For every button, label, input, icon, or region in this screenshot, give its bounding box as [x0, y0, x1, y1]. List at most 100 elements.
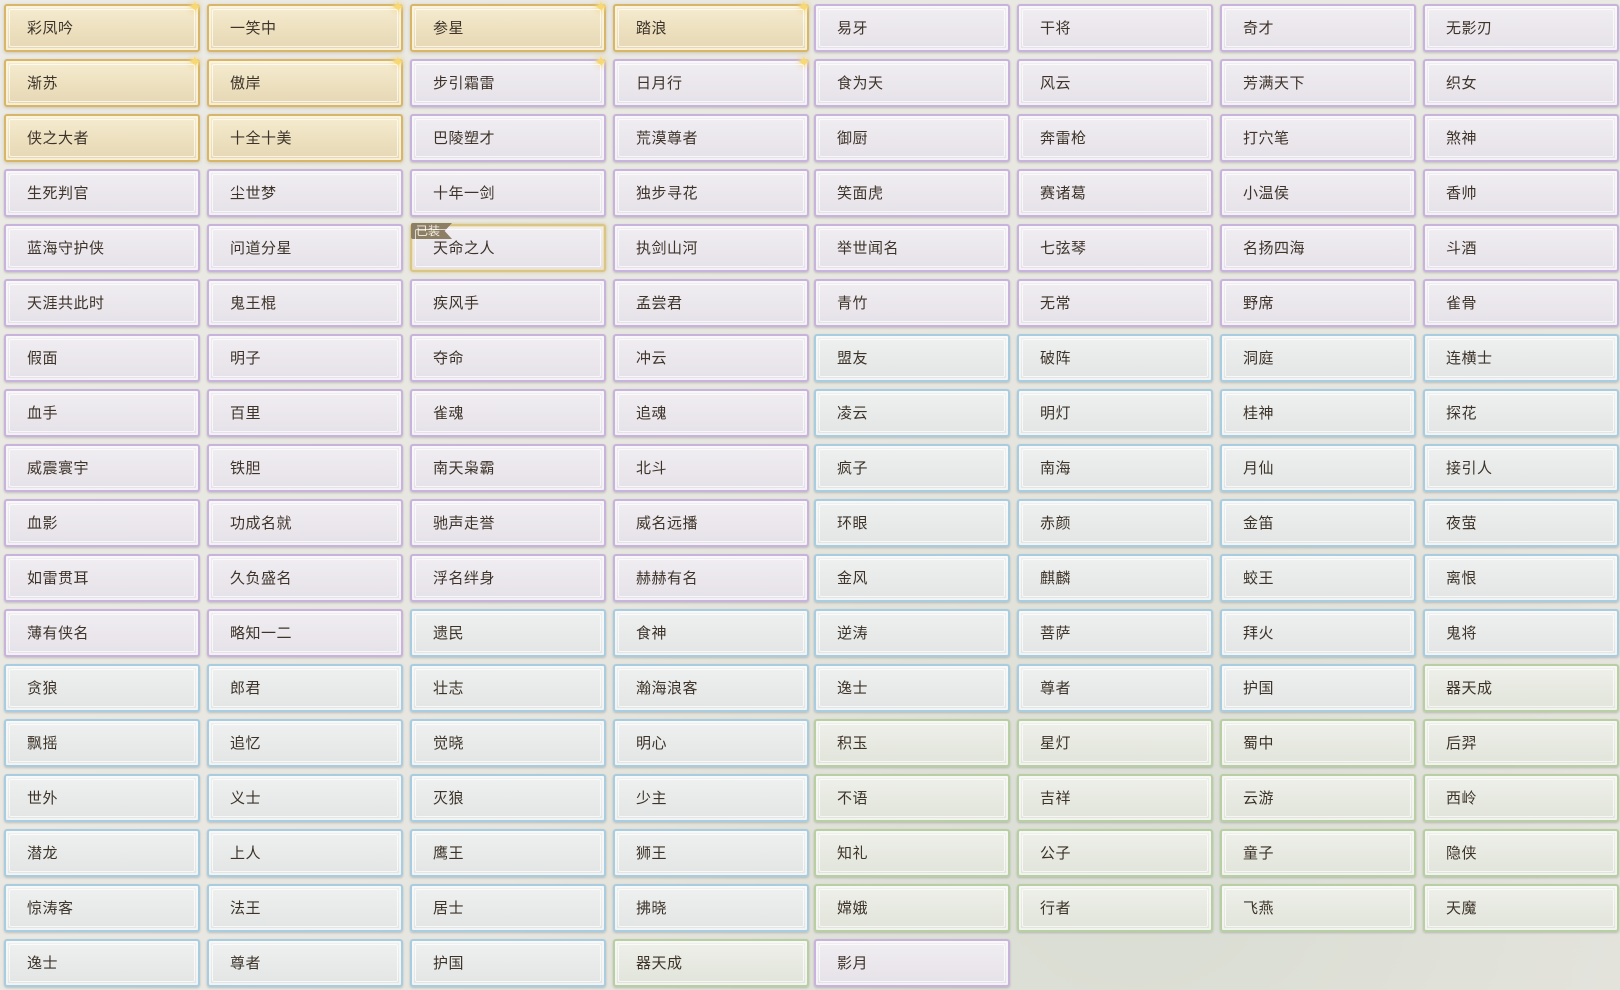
title-tile[interactable]: 惊涛客 — [4, 884, 200, 932]
title-tile[interactable]: 吉祥 — [1017, 774, 1213, 822]
title-tile[interactable]: 居士 — [410, 884, 606, 932]
title-tile[interactable]: 云游 — [1220, 774, 1416, 822]
title-tile[interactable]: 夺命 — [410, 334, 606, 382]
title-tile[interactable]: 浮名绊身 — [410, 554, 606, 602]
title-tile[interactable]: 威名远播 — [613, 499, 809, 547]
title-tile[interactable]: 明子 — [207, 334, 403, 382]
title-tile[interactable]: 盟友 — [814, 334, 1010, 382]
title-tile[interactable]: 不语 — [814, 774, 1010, 822]
title-tile[interactable]: 十年一剑 — [410, 169, 606, 217]
title-tile[interactable]: 洞庭 — [1220, 334, 1416, 382]
title-tile[interactable]: 西岭 — [1423, 774, 1619, 822]
title-tile[interactable]: 奔雷枪 — [1017, 114, 1213, 162]
title-tile[interactable]: 生死判官 — [4, 169, 200, 217]
title-tile[interactable]: 略知一二 — [207, 609, 403, 657]
title-tile[interactable]: 一笑中 ✦ — [207, 0, 405, 52]
title-tile[interactable]: 拜火 — [1220, 609, 1416, 657]
title-tile[interactable]: 织女 — [1423, 59, 1619, 107]
title-tile[interactable]: 笑面虎 — [814, 169, 1010, 217]
title-tile[interactable]: 小温侯 — [1220, 169, 1416, 217]
title-tile[interactable]: 如雷贯耳 — [4, 554, 200, 602]
title-tile[interactable]: 鹰王 — [410, 829, 606, 877]
title-tile[interactable]: 知礼 — [814, 829, 1010, 877]
title-tile[interactable]: 易牙 — [814, 4, 1010, 52]
title-tile[interactable]: 护国 — [1220, 664, 1416, 712]
title-tile[interactable]: 薄有侠名 — [4, 609, 200, 657]
title-tile[interactable]: 鬼王棍 — [207, 279, 403, 327]
title-tile[interactable]: 百里 — [207, 389, 403, 437]
title-tile[interactable]: 飞燕 — [1220, 884, 1416, 932]
title-tile[interactable]: 上人 — [207, 829, 403, 877]
title-tile[interactable]: 潜龙 — [4, 829, 200, 877]
title-tile[interactable]: 步引霜雷 ✦ — [410, 55, 608, 107]
title-tile[interactable]: 独步寻花 — [613, 169, 809, 217]
title-tile[interactable]: 尘世梦 — [207, 169, 403, 217]
title-tile[interactable]: 离恨 — [1423, 554, 1619, 602]
title-tile[interactable]: 御厨 — [814, 114, 1010, 162]
title-tile[interactable]: 贪狼 — [4, 664, 200, 712]
title-tile[interactable]: 飘摇 — [4, 719, 200, 767]
title-tile[interactable]: 血影 — [4, 499, 200, 547]
title-tile[interactable]: 金风 — [814, 554, 1010, 602]
title-tile[interactable]: 食为天 — [814, 59, 1010, 107]
title-tile[interactable]: 北斗 — [613, 444, 809, 492]
title-tile[interactable]: 郎君 — [207, 664, 403, 712]
title-tile[interactable]: 侠之大者 — [4, 114, 200, 162]
title-tile[interactable]: 后羿 — [1423, 719, 1619, 767]
title-tile[interactable]: 渐苏 ✦ — [4, 55, 202, 107]
title-tile[interactable]: 行者 — [1017, 884, 1213, 932]
title-tile[interactable]: 傲岸 ✦ — [207, 55, 405, 107]
title-tile[interactable]: 瀚海浪客 — [613, 664, 809, 712]
title-tile[interactable]: 鬼将 — [1423, 609, 1619, 657]
title-tile[interactable]: 明灯 — [1017, 389, 1213, 437]
title-tile[interactable]: 夜萤 — [1423, 499, 1619, 547]
title-tile[interactable]: 追忆 — [207, 719, 403, 767]
title-tile[interactable]: 少主 — [613, 774, 809, 822]
title-tile[interactable]: 无常 — [1017, 279, 1213, 327]
title-tile[interactable]: 菩萨 — [1017, 609, 1213, 657]
title-tile[interactable]: 踏浪 ✦ — [613, 0, 811, 52]
title-tile[interactable]: 逸士 — [814, 664, 1010, 712]
title-tile[interactable]: 赫赫有名 — [613, 554, 809, 602]
title-tile[interactable]: 金笛 — [1220, 499, 1416, 547]
title-tile[interactable]: 追魂 — [613, 389, 809, 437]
title-tile[interactable]: 彩凤吟 ✦ — [4, 0, 202, 52]
title-tile[interactable]: 天魔 — [1423, 884, 1619, 932]
title-tile[interactable]: 义士 — [207, 774, 403, 822]
title-tile[interactable]: 功成名就 — [207, 499, 403, 547]
title-tile[interactable]: 赛诸葛 — [1017, 169, 1213, 217]
title-tile[interactable]: 假面 — [4, 334, 200, 382]
title-tile[interactable]: 护国 — [410, 939, 606, 987]
title-tile[interactable]: 奇才 — [1220, 4, 1416, 52]
title-tile[interactable]: 天涯共此时 — [4, 279, 200, 327]
title-tile[interactable]: 无影刃 — [1423, 4, 1619, 52]
title-tile[interactable]: 明心 — [613, 719, 809, 767]
title-tile[interactable]: 疯子 — [814, 444, 1010, 492]
title-tile[interactable]: 煞神 — [1423, 114, 1619, 162]
title-tile[interactable]: 巴陵塑才 — [410, 114, 606, 162]
title-tile[interactable]: 壮志 — [410, 664, 606, 712]
title-tile[interactable]: 凌云 — [814, 389, 1010, 437]
title-tile[interactable]: 雀魂 — [410, 389, 606, 437]
title-tile[interactable]: 香帅 — [1423, 169, 1619, 217]
title-tile[interactable]: 尊者 — [207, 939, 403, 987]
title-tile[interactable]: 蜀中 — [1220, 719, 1416, 767]
title-tile[interactable]: 驰声走誉 — [410, 499, 606, 547]
title-tile[interactable]: 环眼 — [814, 499, 1010, 547]
title-tile[interactable]: 灭狼 — [410, 774, 606, 822]
title-tile[interactable]: 蛟王 — [1220, 554, 1416, 602]
title-tile[interactable]: 尊者 — [1017, 664, 1213, 712]
title-tile[interactable]: 十全十美 — [207, 114, 403, 162]
title-tile[interactable]: 打穴笔 — [1220, 114, 1416, 162]
title-tile[interactable]: 斗酒 — [1423, 224, 1619, 272]
title-tile[interactable]: 积玉 — [814, 719, 1010, 767]
title-tile[interactable]: 破阵 — [1017, 334, 1213, 382]
title-tile[interactable]: 孟尝君 — [613, 279, 809, 327]
title-tile[interactable]: 芳满天下 — [1220, 59, 1416, 107]
title-tile[interactable]: 器天成 — [613, 939, 809, 987]
title-tile[interactable]: 接引人 — [1423, 444, 1619, 492]
title-tile[interactable]: 冲云 — [613, 334, 809, 382]
title-tile[interactable]: 南海 — [1017, 444, 1213, 492]
title-tile[interactable]: 名扬四海 — [1220, 224, 1416, 272]
title-tile[interactable]: 雀骨 — [1423, 279, 1619, 327]
